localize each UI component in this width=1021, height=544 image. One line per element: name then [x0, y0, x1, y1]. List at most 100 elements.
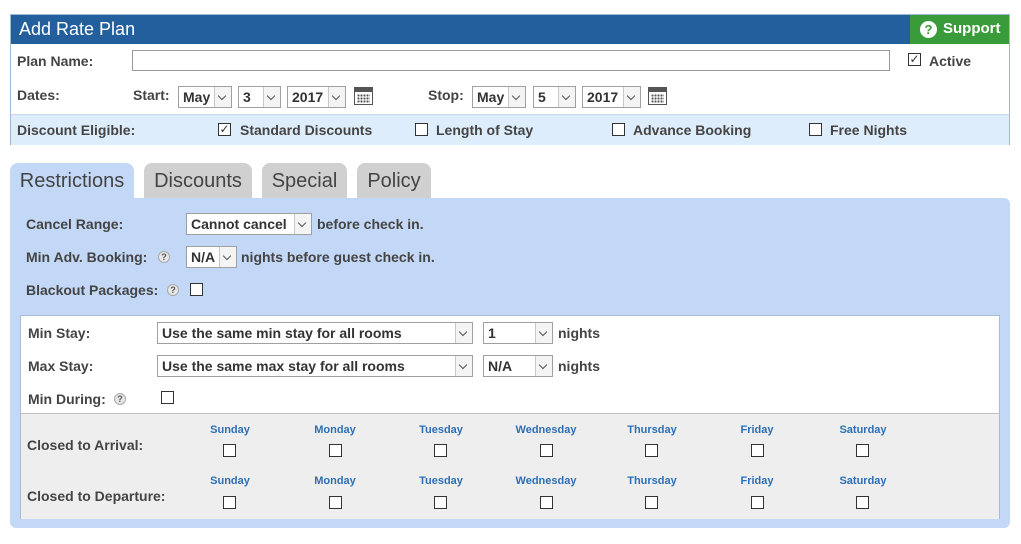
standard-discounts-checkbox[interactable]: ✓ [218, 123, 231, 136]
arrival-thursday-checkbox[interactable] [645, 444, 658, 457]
departure-day-label: Saturday [839, 475, 887, 487]
departure-sunday-checkbox[interactable] [223, 496, 236, 509]
max-stay-nights-select[interactable]: N/A [483, 355, 553, 377]
min-adv-booking-select[interactable]: N/A [186, 246, 237, 268]
departure-thursday-checkbox[interactable] [645, 496, 658, 509]
max-stay-nights-label: nights [558, 358, 600, 374]
restrictions-panel: Cancel Range: Cannot cancel before check… [10, 198, 1010, 528]
standard-discounts-label: Standard Discounts [240, 122, 373, 138]
stop-month-select[interactable]: May [472, 86, 526, 108]
help-icon[interactable]: ? [158, 251, 170, 263]
length-of-stay-label: Length of Stay [436, 122, 534, 138]
departure-monday-checkbox[interactable] [329, 496, 342, 509]
chevron-down-icon [455, 356, 472, 376]
chevron-down-icon [328, 87, 345, 107]
stop-calendar-icon[interactable] [648, 87, 667, 105]
chevron-down-icon [535, 356, 552, 376]
help-icon[interactable]: ? [167, 284, 179, 296]
start-year-select[interactable]: 2017 [287, 86, 346, 108]
closed-to-departure-label: Closed to Departure: [27, 488, 166, 504]
arrival-friday-checkbox[interactable] [751, 444, 764, 457]
free-nights-label: Free Nights [830, 122, 908, 138]
length-of-stay-checkbox[interactable] [415, 123, 428, 136]
chevron-down-icon [508, 87, 525, 107]
arrival-sunday-checkbox[interactable] [223, 444, 236, 457]
support-button[interactable]: ? Support [910, 15, 1009, 44]
departure-tuesday-checkbox[interactable] [434, 496, 447, 509]
tab-policy[interactable]: Policy [357, 163, 431, 201]
chevron-down-icon [263, 87, 280, 107]
start-month-select[interactable]: May [178, 86, 232, 108]
free-nights-checkbox[interactable] [809, 123, 822, 136]
departure-day-label: Friday [740, 475, 774, 487]
chevron-down-icon [219, 247, 236, 267]
tab-restrictions[interactable]: Restrictions [10, 163, 134, 203]
start-calendar-icon[interactable] [354, 87, 373, 105]
tab-special[interactable]: Special [262, 163, 347, 201]
arrival-day-label: Wednesday [515, 424, 577, 436]
departure-day-label: Sunday [210, 475, 250, 487]
arrival-monday-checkbox[interactable] [329, 444, 342, 457]
blackout-packages-label: Blackout Packages: [26, 282, 159, 298]
chevron-down-icon [623, 87, 640, 107]
min-stay-nights-label: nights [558, 325, 600, 341]
departure-day-label: Tuesday [419, 475, 463, 487]
help-circle-icon: ? [920, 21, 937, 38]
active-label: Active [929, 53, 972, 69]
blackout-packages-checkbox[interactable] [190, 283, 203, 296]
stay-restrictions-box: Min Stay: Use the same min stay for all … [20, 315, 1000, 519]
arrival-day-label: Thursday [627, 424, 677, 436]
arrival-day-label: Tuesday [419, 424, 463, 436]
departure-friday-checkbox[interactable] [751, 496, 764, 509]
plan-name-input[interactable] [132, 50, 890, 71]
advance-booking-checkbox[interactable] [612, 123, 625, 136]
min-stay-label: Min Stay: [28, 325, 91, 341]
page-title: Add Rate Plan [19, 19, 136, 39]
min-stay-nights-select[interactable]: 1 [483, 322, 553, 344]
max-stay-mode-select[interactable]: Use the same max stay for all rooms [157, 355, 473, 377]
min-during-label: Min During: [28, 391, 106, 407]
min-during-checkbox[interactable] [161, 391, 174, 404]
chevron-down-icon [294, 214, 311, 234]
max-stay-label: Max Stay: [28, 358, 94, 374]
min-adv-booking-label: Min Adv. Booking: [26, 249, 148, 265]
cancel-range-suffix: before check in. [317, 216, 424, 232]
min-adv-booking-suffix: nights before guest check in. [241, 249, 435, 265]
chevron-down-icon [535, 323, 552, 343]
arrival-saturday-checkbox[interactable] [856, 444, 869, 457]
stop-day-select[interactable]: 5 [533, 86, 576, 108]
arrival-day-label: Saturday [839, 424, 887, 436]
active-checkbox[interactable]: ✓ [908, 53, 921, 66]
chevron-down-icon [558, 87, 575, 107]
advance-booking-label: Advance Booking [633, 122, 752, 138]
arrival-day-label: Sunday [210, 424, 250, 436]
closed-days-area: Closed to Arrival: Closed to Departure: … [21, 413, 999, 519]
rate-plan-form: Add Rate Plan ? Support Plan Name: ✓ Act… [10, 14, 1010, 145]
departure-saturday-checkbox[interactable] [856, 496, 869, 509]
start-day-select[interactable]: 3 [238, 86, 281, 108]
chevron-down-icon [455, 323, 472, 343]
cancel-range-select[interactable]: Cannot cancel [186, 213, 312, 235]
departure-day-label: Monday [314, 475, 356, 487]
tab-discounts[interactable]: Discounts [144, 163, 252, 201]
arrival-day-label: Friday [740, 424, 774, 436]
arrival-wednesday-checkbox[interactable] [540, 444, 553, 457]
departure-day-label: Thursday [627, 475, 677, 487]
cancel-range-label: Cancel Range: [26, 216, 124, 232]
arrival-tuesday-checkbox[interactable] [434, 444, 447, 457]
closed-to-arrival-label: Closed to Arrival: [27, 437, 144, 453]
title-bar: Add Rate Plan ? Support [11, 15, 1009, 44]
min-stay-mode-select[interactable]: Use the same min stay for all rooms [157, 322, 473, 344]
discount-eligible-label: Discount Eligible: [17, 122, 136, 138]
help-icon[interactable]: ? [114, 393, 126, 405]
plan-name-label: Plan Name: [17, 53, 94, 69]
dates-label: Dates: [17, 87, 60, 103]
departure-day-label: Wednesday [515, 475, 577, 487]
discount-eligible-row: Discount Eligible: ✓ Standard Discounts … [11, 114, 1009, 145]
departure-wednesday-checkbox[interactable] [540, 496, 553, 509]
chevron-down-icon [214, 87, 231, 107]
stop-year-select[interactable]: 2017 [582, 86, 641, 108]
arrival-day-label: Monday [314, 424, 356, 436]
start-label: Start: [133, 87, 170, 103]
stop-label: Stop: [428, 87, 464, 103]
